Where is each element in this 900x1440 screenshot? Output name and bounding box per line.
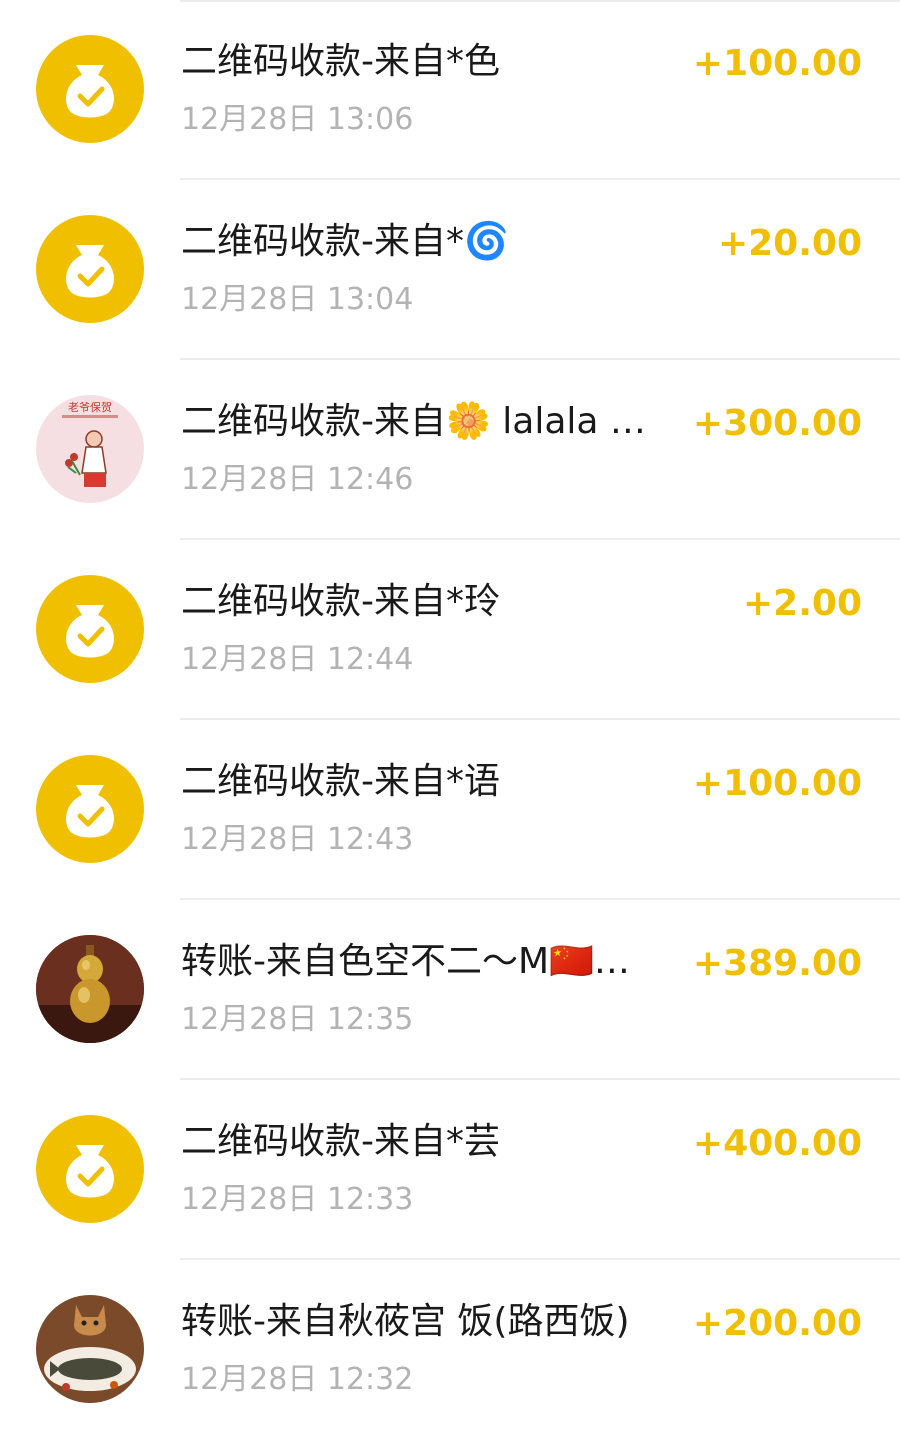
money-bag-icon [36, 1115, 144, 1223]
transaction-row[interactable]: 老爷保贺 二维码收款-来自🌼 lalala … 12月28日 12:46 +30… [0, 360, 900, 540]
transaction-amount: +300.00 [692, 403, 862, 444]
transaction-row[interactable]: 二维码收款-来自*玲 12月28日 12:44 +2.00 [0, 540, 900, 720]
money-bag-icon [36, 35, 144, 143]
avatar-text: 老爷保贺 [68, 400, 112, 414]
transaction-title: 二维码收款-来自*玲 [181, 581, 500, 622]
transaction-amount: +100.00 [692, 43, 862, 84]
transaction-time: 12月28日 13:06 [181, 102, 414, 137]
transaction-title: 转账-来自秋莜宫 饭(路西饭) [181, 1301, 630, 1342]
transaction-row[interactable]: 转账-来自秋莜宫 饭(路西饭) 12月28日 12:32 +200.00 [0, 1260, 900, 1440]
transaction-amount: +2.00 [743, 583, 862, 624]
money-bag-icon [36, 575, 144, 683]
transaction-row[interactable]: 二维码收款-来自*🌀 12月28日 13:04 +20.00 [0, 180, 900, 360]
user-avatar [36, 1295, 144, 1403]
transaction-time: 12月28日 12:33 [181, 1182, 414, 1217]
transaction-title: 二维码收款-来自🌼 lalala … [181, 401, 646, 442]
transaction-row[interactable]: 二维码收款-来自*色 12月28日 13:06 +100.00 [0, 0, 900, 180]
transaction-title: 二维码收款-来自*语 [181, 761, 500, 802]
transaction-time: 12月28日 12:35 [181, 1002, 414, 1037]
user-avatar: 老爷保贺 [36, 395, 144, 503]
transaction-amount: +400.00 [692, 1123, 862, 1164]
transaction-row[interactable]: 转账-来自色空不二～M🇨🇳… 12月28日 12:35 +389.00 [0, 900, 900, 1080]
money-bag-icon [36, 755, 144, 863]
transaction-time: 12月28日 12:43 [181, 822, 414, 857]
transaction-title: 转账-来自色空不二～M🇨🇳… [181, 941, 630, 982]
transaction-amount: +389.00 [692, 943, 862, 984]
transaction-title: 二维码收款-来自*色 [181, 41, 500, 82]
transaction-amount: +200.00 [692, 1303, 862, 1344]
money-bag-icon [36, 215, 144, 323]
transaction-title: 二维码收款-来自*芸 [181, 1121, 500, 1162]
transaction-time: 12月28日 12:32 [181, 1362, 414, 1397]
transaction-amount: +20.00 [717, 223, 862, 264]
transaction-list: 二维码收款-来自*色 12月28日 13:06 +100.00 二维码收款-来自… [0, 0, 900, 1413]
transaction-row[interactable]: 二维码收款-来自*芸 12月28日 12:33 +400.00 [0, 1080, 900, 1260]
transaction-time: 12月28日 12:46 [181, 462, 414, 497]
transaction-amount: +100.00 [692, 763, 862, 804]
transaction-time: 12月28日 12:44 [181, 642, 414, 677]
transaction-row[interactable]: 二维码收款-来自*语 12月28日 12:43 +100.00 [0, 720, 900, 900]
user-avatar [36, 935, 144, 1043]
transaction-time: 12月28日 13:04 [181, 282, 414, 317]
transaction-title: 二维码收款-来自*🌀 [181, 221, 509, 262]
